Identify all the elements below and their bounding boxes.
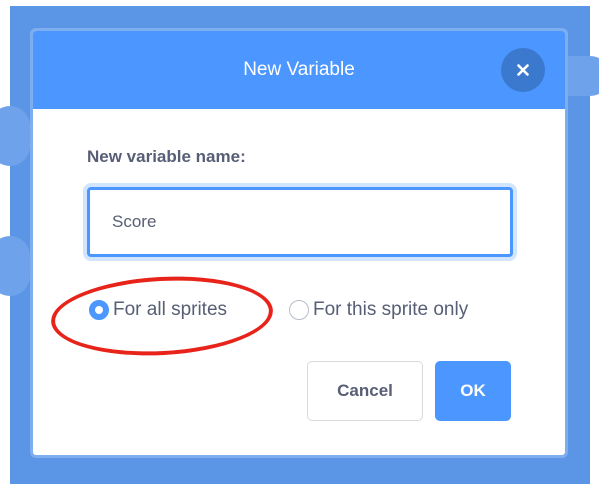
new-variable-dialog: New Variable New variable name: For all …: [30, 28, 568, 458]
dialog-header: New Variable: [33, 31, 565, 109]
close-button[interactable]: [501, 48, 545, 92]
backdrop-shape: [0, 236, 30, 296]
variable-name-input[interactable]: [87, 187, 513, 257]
radio-checked-icon: [89, 300, 109, 320]
radio-for-this-sprite-only-label: For this sprite only: [313, 299, 469, 320]
cancel-button[interactable]: Cancel: [307, 361, 423, 421]
radio-for-this-sprite-only[interactable]: For this sprite only: [289, 299, 468, 321]
ok-button[interactable]: OK: [435, 361, 511, 421]
radio-unchecked-icon: [289, 300, 309, 320]
radio-for-all-sprites-label: For all sprites: [113, 299, 228, 320]
backdrop-shape: [0, 106, 30, 166]
close-icon: [517, 64, 529, 76]
dialog-title: New Variable: [243, 59, 355, 80]
variable-name-label: New variable name:: [87, 147, 246, 166]
radio-for-all-sprites[interactable]: For all sprites: [89, 299, 227, 321]
